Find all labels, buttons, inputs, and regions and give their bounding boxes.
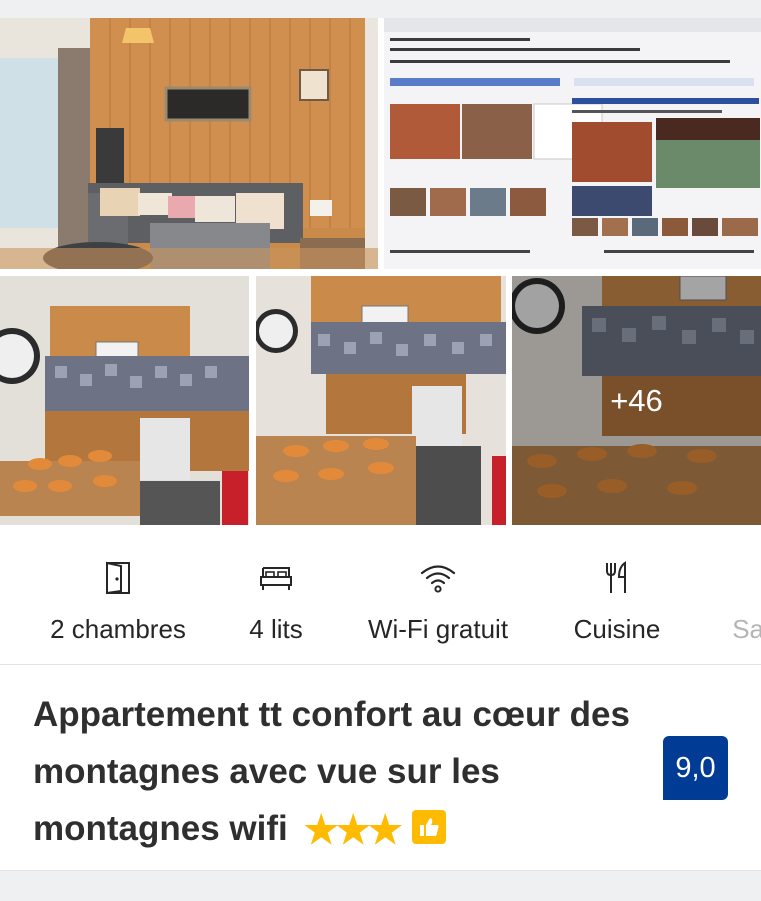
- amenity-bedrooms: 2 chambres: [38, 558, 198, 648]
- amenity-beds: 4 lits: [236, 558, 316, 648]
- property-title-block: Appartement tt confort au cœur des monta…: [33, 686, 643, 860]
- bottom-separator: [0, 870, 761, 901]
- utensils-icon: [604, 558, 630, 598]
- star-icon: ★: [335, 809, 371, 852]
- star-icon: ★: [303, 809, 339, 852]
- thumbs-up-icon: [411, 810, 446, 844]
- star-rating: ★★★: [303, 802, 403, 860]
- amenity-label: Sal: [732, 614, 761, 644]
- property-title[interactable]: Appartement tt confort au cœur des monta…: [33, 686, 643, 860]
- amenity-wifi: Wi-Fi gratuit: [350, 558, 526, 648]
- amenity-kitchen: Cuisine: [562, 558, 672, 648]
- wifi-icon: [420, 558, 456, 598]
- bed-icon: [259, 558, 293, 598]
- amenity-label: Wi-Fi gratuit: [367, 614, 509, 644]
- door-icon: [104, 558, 132, 598]
- amenity-partial: Sal: [706, 558, 761, 648]
- top-separator: [0, 0, 761, 18]
- amenity-label: 2 chambres: [50, 614, 186, 644]
- photo-kitchen-2[interactable]: [256, 276, 506, 525]
- photo-living-room[interactable]: [0, 18, 378, 269]
- review-score-badge[interactable]: 9,0: [663, 736, 728, 800]
- amenities-row[interactable]: 2 chambres 4 lits Wi-Fi gratuit Cuisine …: [0, 548, 761, 665]
- amenity-label: 4 lits: [249, 614, 303, 644]
- amenity-label: Cuisine: [573, 614, 661, 644]
- photo-kitchen-3-more[interactable]: +46: [512, 276, 761, 525]
- more-photos-count[interactable]: +46: [512, 276, 761, 525]
- photo-listing-page[interactable]: [384, 18, 761, 269]
- star-icon: ★: [367, 809, 403, 852]
- photo-kitchen-1[interactable]: [0, 276, 249, 525]
